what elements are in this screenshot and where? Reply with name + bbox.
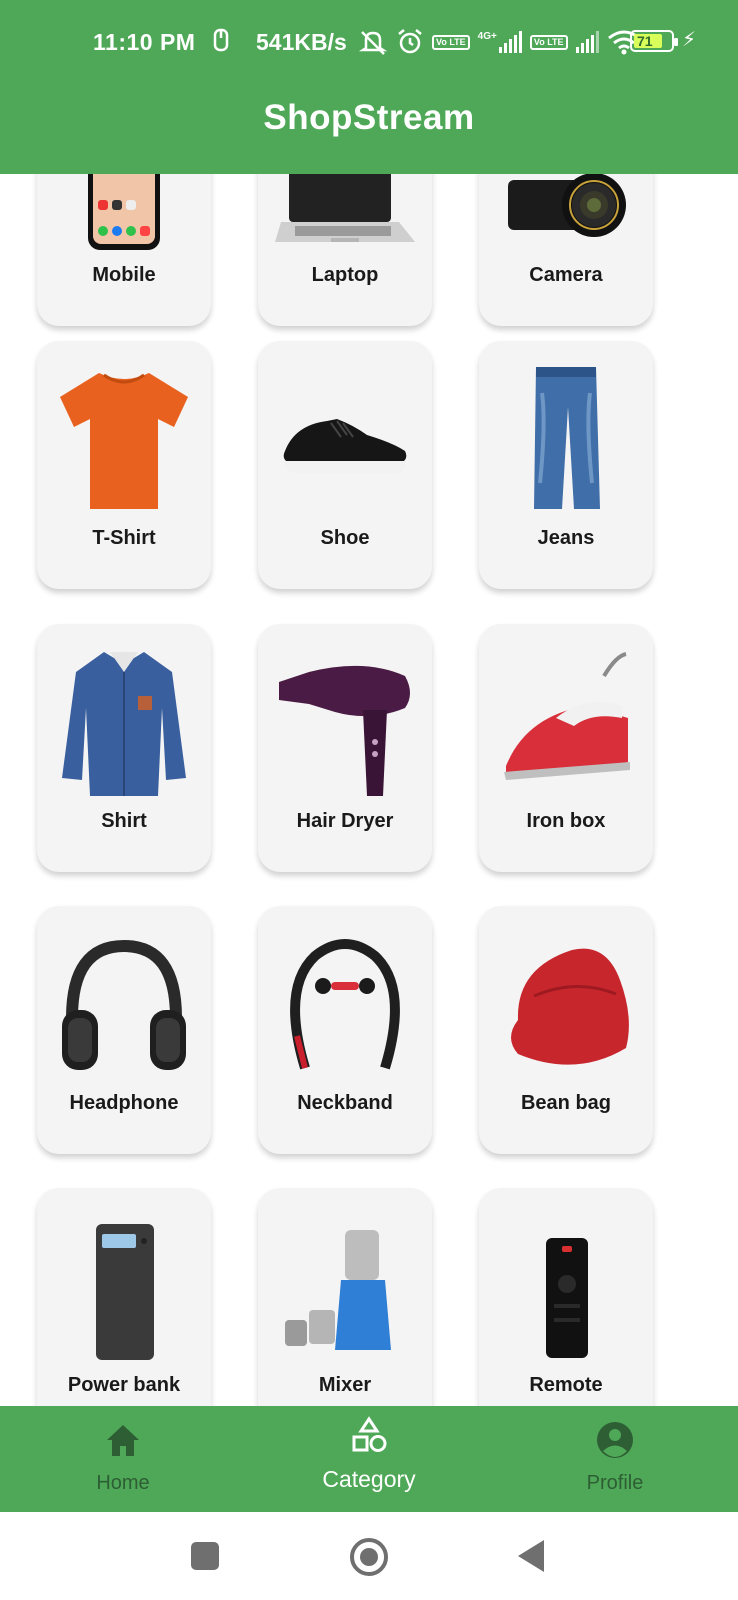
tshirt-image xyxy=(54,363,194,513)
mobile-phone-image xyxy=(54,174,194,250)
category-card-remote[interactable]: Remote xyxy=(479,1188,653,1406)
neckband-image xyxy=(275,928,415,1078)
category-label: Mixer xyxy=(318,1374,372,1396)
alarm-icon xyxy=(398,29,422,54)
category-label: Mobile xyxy=(92,264,156,286)
volte-badge-2: Vo LTE xyxy=(529,34,568,50)
nav-home-label: Home xyxy=(96,1472,150,1494)
nav-category-label: Category xyxy=(322,1466,416,1492)
category-grid-viewport[interactable]: Mobile Laptop Camera T-Shirt Shoe Jeans … xyxy=(0,174,738,1406)
nav-profile-label: Profile xyxy=(586,1472,644,1494)
signal-4g-icon: 4G+ xyxy=(478,31,522,53)
charging-icon: ⚡ xyxy=(682,29,697,51)
category-label: Shoe xyxy=(320,527,370,549)
category-card-laptop[interactable]: Laptop xyxy=(258,174,432,326)
network-speed: 541KB/s xyxy=(256,29,347,55)
category-label: Jeans xyxy=(537,527,595,549)
home-button[interactable] xyxy=(350,1538,388,1576)
bottom-navigation: Home Category Profile xyxy=(0,1406,738,1512)
category-label: Neckband xyxy=(297,1092,393,1114)
battery-icon: 71 xyxy=(630,30,678,52)
category-card-hair-dryer[interactable]: Hair Dryer xyxy=(258,624,432,872)
category-label: Iron box xyxy=(526,810,606,832)
category-card-mobile[interactable]: Mobile xyxy=(37,174,211,326)
category-card-headphone[interactable]: Headphone xyxy=(37,906,211,1154)
category-label: Headphone xyxy=(69,1092,179,1114)
camera-image xyxy=(496,174,636,250)
category-card-neckband[interactable]: Neckband xyxy=(258,906,432,1154)
usb-icon xyxy=(210,28,232,60)
category-card-camera[interactable]: Camera xyxy=(479,174,653,326)
mute-bell-icon xyxy=(358,31,388,55)
nav-profile[interactable]: Profile xyxy=(492,1406,738,1512)
app-title: ShopStream xyxy=(263,98,475,137)
category-label: Laptop xyxy=(311,264,379,286)
category-card-iron-box[interactable]: Iron box xyxy=(479,624,653,872)
category-card-jeans[interactable]: Jeans xyxy=(479,341,653,589)
system-navigation-bar xyxy=(0,1512,738,1600)
app-header: 11:10 PM 541KB/s Vo LTE 4G+ Vo LTE 71 ⚡ … xyxy=(0,0,738,174)
category-label: Bean bag xyxy=(520,1092,612,1114)
category-label: Shirt xyxy=(101,810,147,832)
shirt-image xyxy=(54,646,194,796)
bean-bag-image xyxy=(496,928,636,1078)
category-icon xyxy=(349,1416,389,1456)
laptop-image xyxy=(275,174,415,250)
remote-image xyxy=(496,1210,636,1360)
status-bar: 11:10 PM 541KB/s Vo LTE 4G+ Vo LTE 71 ⚡ xyxy=(0,26,738,60)
category-label: Power bank xyxy=(67,1374,181,1396)
signal-icon xyxy=(575,31,599,53)
mixer-image xyxy=(275,1210,415,1360)
category-label: Remote xyxy=(529,1374,603,1396)
nav-category[interactable]: Category xyxy=(246,1406,492,1512)
status-time: 11:10 PM xyxy=(93,29,196,55)
battery-level: 71 xyxy=(637,33,653,49)
category-label: Hair Dryer xyxy=(296,810,394,832)
shoe-image xyxy=(275,363,415,513)
status-icons: Vo LTE 4G+ Vo LTE xyxy=(358,28,641,56)
iron-box-image xyxy=(496,646,636,796)
network-type: 4G+ xyxy=(477,31,497,42)
recents-button[interactable] xyxy=(191,1542,219,1570)
category-label: Camera xyxy=(529,264,603,286)
category-label: T-Shirt xyxy=(92,527,156,549)
home-icon xyxy=(103,1420,143,1460)
back-button[interactable] xyxy=(518,1540,544,1572)
category-card-shirt[interactable]: Shirt xyxy=(37,624,211,872)
volte-badge-1: Vo LTE xyxy=(432,34,470,50)
category-card-shoe[interactable]: Shoe xyxy=(258,341,432,589)
category-card-tshirt[interactable]: T-Shirt xyxy=(37,341,211,589)
profile-icon xyxy=(595,1420,635,1460)
category-card-bean-bag[interactable]: Bean bag xyxy=(479,906,653,1154)
hair-dryer-image xyxy=(275,646,415,796)
nav-home[interactable]: Home xyxy=(0,1406,246,1512)
category-card-power-bank[interactable]: Power bank xyxy=(37,1188,211,1406)
headphone-image xyxy=(54,928,194,1078)
category-card-mixer[interactable]: Mixer xyxy=(258,1188,432,1406)
power-bank-image xyxy=(54,1210,194,1360)
jeans-image xyxy=(496,363,636,513)
